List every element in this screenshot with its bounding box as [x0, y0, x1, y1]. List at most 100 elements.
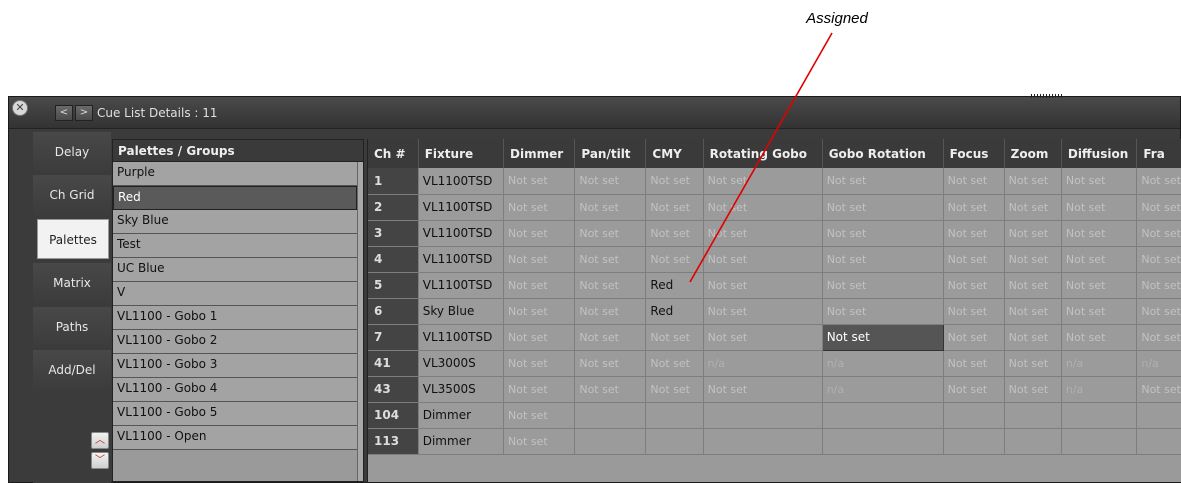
parameter-cell[interactable]: Not set: [645, 168, 704, 195]
fixture-cell[interactable]: VL3000S: [418, 350, 505, 377]
parameter-cell[interactable]: Not set: [1061, 220, 1138, 247]
palette-item-selected[interactable]: Red: [113, 186, 357, 210]
selected-parameter-cell[interactable]: Not set: [821, 323, 944, 351]
palette-item[interactable]: VL1100 - Gobo 3: [113, 354, 357, 378]
parameter-cell[interactable]: n/a: [1061, 376, 1138, 403]
parameter-cell[interactable]: [703, 402, 823, 429]
fixture-cell[interactable]: VL1100TSD: [418, 220, 505, 247]
parameter-cell[interactable]: Not set: [503, 376, 576, 403]
palette-item[interactable]: VL1100 - Gobo 4: [113, 378, 357, 402]
parameter-cell[interactable]: Not set: [574, 194, 647, 221]
parameter-cell[interactable]: Not set: [1136, 168, 1181, 195]
channel-number-cell[interactable]: 1: [368, 168, 419, 195]
parameter-cell[interactable]: Not set: [574, 168, 647, 195]
parameter-cell[interactable]: n/a: [703, 350, 823, 377]
resize-grip[interactable]: [1031, 94, 1063, 98]
parameter-cell[interactable]: Not set: [1136, 298, 1181, 325]
sidebar-item-add-del[interactable]: Add/Del: [33, 350, 111, 390]
parameter-cell[interactable]: Not set: [503, 168, 576, 195]
channel-number-cell[interactable]: 6: [368, 298, 419, 325]
column-header[interactable]: Ch #: [368, 139, 419, 168]
parameter-cell[interactable]: Not set: [503, 298, 576, 325]
palette-item[interactable]: VL1100 - Gobo 2: [113, 330, 357, 354]
parameter-cell[interactable]: Not set: [1004, 376, 1062, 403]
channel-number-cell[interactable]: 41: [368, 350, 419, 377]
sidebar-item-delay[interactable]: Delay: [33, 132, 111, 172]
parameter-cell[interactable]: Not set: [943, 324, 1005, 351]
parameter-cell[interactable]: Not set: [703, 376, 823, 403]
parameter-cell[interactable]: Not set: [943, 376, 1005, 403]
parameter-cell[interactable]: Not set: [503, 246, 576, 273]
parameter-cell[interactable]: Not set: [703, 220, 823, 247]
parameter-cell[interactable]: Not set: [503, 272, 576, 299]
parameter-cell[interactable]: Not set: [1004, 272, 1062, 299]
channel-number-cell[interactable]: 104: [368, 402, 419, 429]
parameter-cell[interactable]: Not set: [822, 168, 944, 195]
parameter-cell[interactable]: Not set: [703, 194, 823, 221]
column-header[interactable]: Diffusion: [1061, 139, 1138, 168]
parameter-cell[interactable]: Not set: [503, 220, 576, 247]
channel-number-cell[interactable]: 3: [368, 220, 419, 247]
palette-item[interactable]: Sky Blue: [113, 210, 357, 234]
column-header[interactable]: Gobo Rotation: [822, 139, 944, 168]
column-header[interactable]: Fra: [1136, 139, 1181, 168]
fixture-cell[interactable]: VL1100TSD: [418, 168, 505, 195]
parameter-cell[interactable]: n/a: [822, 376, 944, 403]
parameter-cell[interactable]: Not set: [574, 220, 647, 247]
palette-item[interactable]: Test: [113, 234, 357, 258]
parameter-cell[interactable]: Not set: [943, 246, 1005, 273]
parameter-cell[interactable]: Not set: [943, 220, 1005, 247]
fixture-cell[interactable]: VL3500S: [418, 376, 505, 403]
parameter-cell[interactable]: Not set: [574, 272, 647, 299]
parameter-cell[interactable]: Not set: [822, 298, 944, 325]
parameter-cell[interactable]: Not set: [1061, 168, 1138, 195]
parameter-cell[interactable]: Not set: [1004, 246, 1062, 273]
channel-number-cell[interactable]: 43: [368, 376, 419, 403]
palette-item[interactable]: Purple: [113, 162, 357, 186]
parameter-cell[interactable]: Red: [645, 298, 704, 325]
fixture-cell[interactable]: Dimmer: [418, 428, 505, 455]
column-header[interactable]: Dimmer: [503, 139, 576, 168]
parameter-cell[interactable]: Not set: [703, 324, 823, 351]
parameter-cell[interactable]: [1061, 402, 1138, 429]
parameter-cell[interactable]: Not set: [1136, 272, 1181, 299]
parameter-cell[interactable]: n/a: [822, 350, 944, 377]
scroll-up-icon[interactable]: ︿: [91, 432, 109, 449]
fixture-cell[interactable]: VL1100TSD: [418, 246, 505, 273]
parameter-cell[interactable]: Not set: [943, 298, 1005, 325]
palettes-scrollbar[interactable]: [357, 162, 363, 481]
parameter-cell[interactable]: Not set: [1061, 272, 1138, 299]
parameter-cell[interactable]: Not set: [1004, 194, 1062, 221]
sidebar-item-matrix[interactable]: Matrix: [33, 263, 111, 303]
parameter-cell[interactable]: Not set: [574, 324, 647, 351]
column-header[interactable]: Zoom: [1004, 139, 1062, 168]
parameter-cell[interactable]: Red: [645, 272, 704, 299]
parameter-cell[interactable]: Not set: [1136, 220, 1181, 247]
parameter-cell[interactable]: [943, 428, 1005, 455]
parameter-cell[interactable]: Not set: [822, 246, 944, 273]
parameter-cell[interactable]: Not set: [703, 298, 823, 325]
column-header[interactable]: Pan/tilt: [574, 139, 647, 168]
parameter-cell[interactable]: Not set: [943, 194, 1005, 221]
parameter-cell[interactable]: Not set: [645, 350, 704, 377]
parameter-cell[interactable]: Not set: [645, 246, 704, 273]
sidebar-item-palettes[interactable]: Palettes: [37, 219, 109, 259]
parameter-cell[interactable]: Not set: [574, 350, 647, 377]
parameter-cell[interactable]: [1136, 428, 1181, 455]
parameter-cell[interactable]: Not set: [1061, 246, 1138, 273]
column-header[interactable]: Fixture: [418, 139, 505, 168]
sidebar-item-ch-grid[interactable]: Ch Grid: [33, 175, 111, 215]
column-header[interactable]: Rotating Gobo: [703, 139, 823, 168]
parameter-cell[interactable]: Not set: [574, 376, 647, 403]
parameter-cell[interactable]: [822, 402, 944, 429]
parameter-cell[interactable]: n/a: [1136, 350, 1181, 377]
parameter-cell[interactable]: Not set: [1061, 298, 1138, 325]
parameter-cell[interactable]: Not set: [1004, 168, 1062, 195]
channel-number-cell[interactable]: 4: [368, 246, 419, 273]
parameter-cell[interactable]: Not set: [703, 168, 823, 195]
fixture-cell[interactable]: VL1100TSD: [418, 324, 505, 351]
parameter-cell[interactable]: Not set: [645, 220, 704, 247]
palette-item[interactable]: V: [113, 282, 357, 306]
palette-item[interactable]: VL1100 - Open: [113, 426, 357, 450]
fixture-cell[interactable]: Sky Blue: [418, 298, 505, 325]
